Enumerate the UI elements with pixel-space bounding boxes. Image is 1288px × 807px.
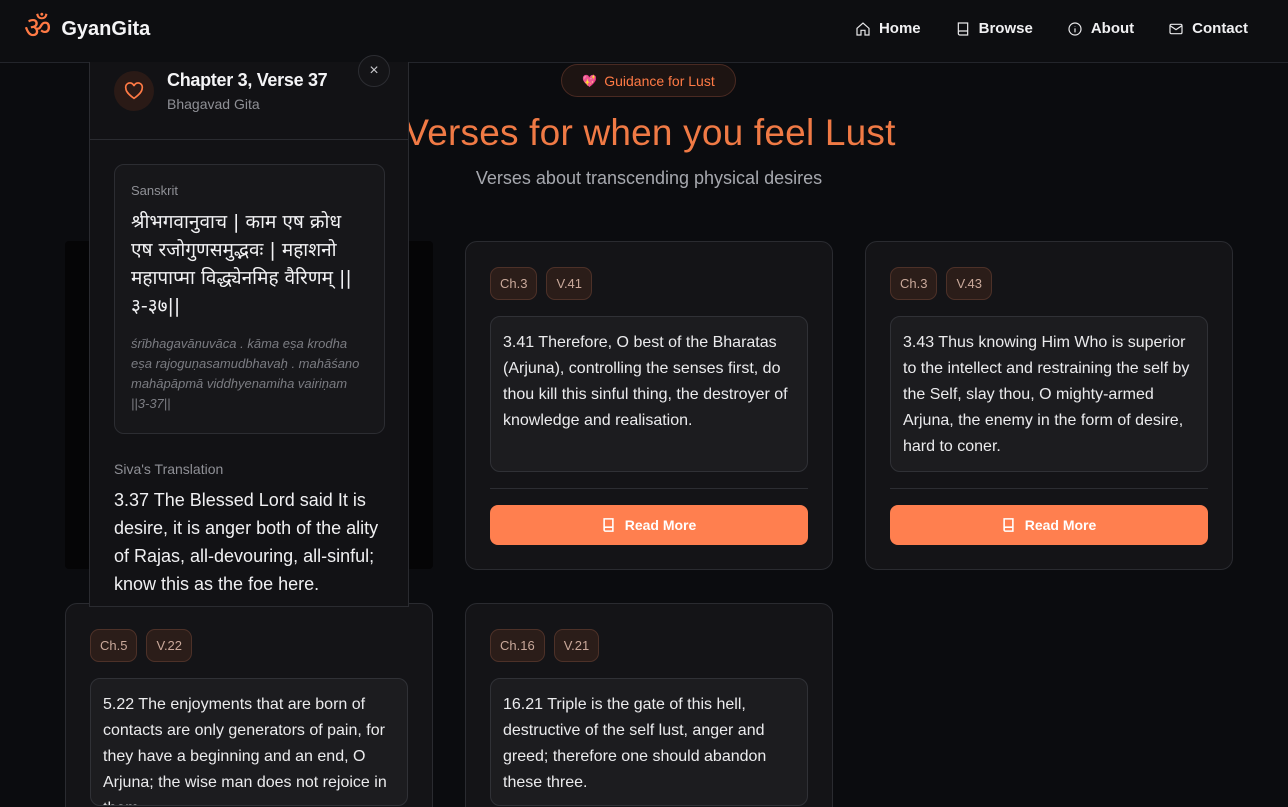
- read-more-button[interactable]: Read More: [890, 505, 1208, 545]
- translation-label: Siva's Translation: [114, 461, 224, 477]
- read-more-label: Read More: [624, 517, 697, 533]
- chapter-tag: Ch.5: [90, 629, 138, 662]
- om-logo-icon: ॐ: [24, 11, 52, 46]
- chapter-tag: Ch.3: [890, 267, 938, 300]
- nav-about[interactable]: About: [1067, 20, 1134, 37]
- verse-detail-panel: Chapter 3, Verse 37 Bhagavad Gita Sanskr…: [89, 62, 409, 607]
- book-icon: [1003, 518, 1014, 532]
- nav-contact[interactable]: Contact: [1168, 20, 1248, 37]
- favorite-button[interactable]: [114, 71, 154, 111]
- verse-card: Ch.5 V.22 5.22 The enjoyments that are b…: [65, 603, 433, 807]
- verse-card: Ch.16 V.21 16.21 Triple is the gate of t…: [465, 603, 833, 807]
- home-icon: [856, 21, 870, 36]
- nav-home-label: Home: [878, 20, 921, 37]
- verse-text: 3.43 Thus knowing Him Who is superior to…: [890, 316, 1208, 472]
- heart-icon: [124, 82, 144, 100]
- brand[interactable]: ॐ GyanGita: [24, 14, 150, 44]
- book-icon: [957, 21, 968, 36]
- close-icon: ×: [369, 62, 379, 79]
- sanskrit-text: श्रीभगवानुवाच | काम एष क्रोध एष रजोगुणसम…: [131, 211, 352, 317]
- verse-tags: Ch.16 V.21: [490, 629, 600, 662]
- book-icon: [603, 518, 614, 532]
- verse-card: Ch.3 V.43 3.43 Thus knowing Him Who is s…: [865, 241, 1233, 570]
- nav-browse-label: Browse: [978, 20, 1033, 37]
- verse-card: Ch.3 V.41 3.41 Therefore, O best of the …: [465, 241, 833, 570]
- nav-home[interactable]: Home: [855, 20, 921, 37]
- nav-links: Home Browse About Contact: [855, 20, 1248, 37]
- nav-about-label: About: [1090, 20, 1135, 37]
- verse-text: 16.21 Triple is the gate of this hell, d…: [490, 678, 808, 806]
- verse-text: 3.41 Therefore, O best of the Bharatas (…: [490, 316, 808, 472]
- verse-tags: Ch.5 V.22: [90, 629, 193, 662]
- read-more-button[interactable]: Read More: [490, 505, 808, 545]
- nav-browse[interactable]: Browse: [955, 20, 1033, 37]
- heart-emoji-icon: 💖: [582, 73, 598, 88]
- chapter-tag: Ch.16: [490, 629, 545, 662]
- card-divider: [490, 488, 808, 489]
- brand-name: GyanGita: [61, 17, 151, 40]
- chapter-tag: Ch.3: [490, 267, 538, 300]
- panel-title: Chapter 3, Verse 37: [167, 70, 328, 90]
- verse-tags: Ch.3 V.43: [890, 267, 993, 300]
- verse-tag: V.21: [553, 629, 600, 662]
- translation-text: 3.37 The Blessed Lord said It is desire,…: [114, 490, 379, 594]
- nav-contact-label: Contact: [1192, 20, 1248, 37]
- verse-text: 5.22 The enjoyments that are born of con…: [90, 678, 408, 806]
- read-more-label: Read More: [1024, 517, 1097, 533]
- sanskrit-section: Sanskrit श्रीभगवानुवाच | काम एष क्रोध एष…: [114, 164, 385, 434]
- close-button[interactable]: ×: [358, 55, 390, 87]
- mail-icon: [1169, 23, 1183, 34]
- category-pill: 💖 Guidance for Lust: [561, 64, 736, 97]
- card-divider: [890, 488, 1208, 489]
- panel-subtitle: Bhagavad Gita: [167, 96, 260, 112]
- verse-tags: Ch.3 V.41: [490, 267, 593, 300]
- category-pill-label: Guidance for Lust: [604, 72, 715, 89]
- info-icon: [1068, 21, 1082, 36]
- verse-tag: V.41: [546, 267, 593, 300]
- navbar: ॐ GyanGita Home Browse About Contact: [0, 0, 1288, 63]
- sanskrit-label: Sanskrit: [131, 183, 178, 198]
- verse-tag: V.43: [946, 267, 993, 300]
- verse-tag: V.22: [146, 629, 193, 662]
- transliteration-text: śrībhagavānuvāca . kāma eṣa krodha eṣa r…: [131, 336, 360, 411]
